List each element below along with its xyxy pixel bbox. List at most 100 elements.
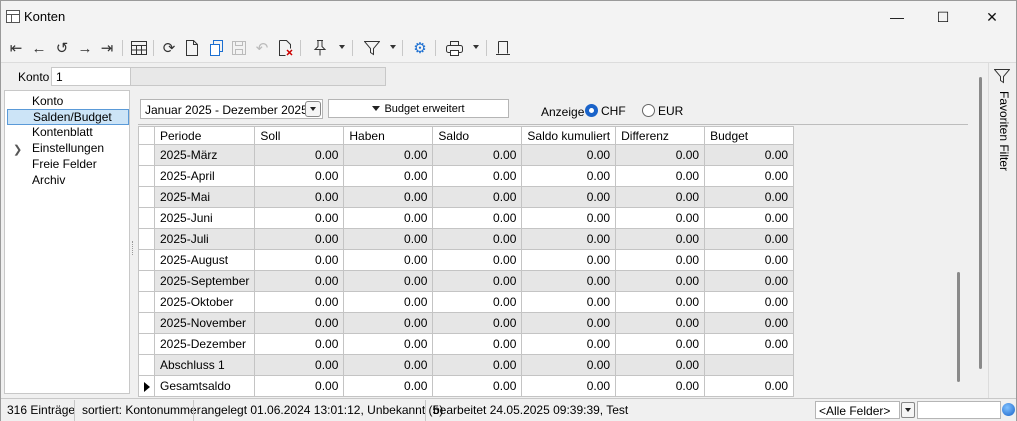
table-cell[interactable]: 0.00 (254, 375, 345, 397)
table-cell[interactable]: 0.00 (343, 165, 434, 187)
table-cell[interactable]: 0.00 (343, 144, 434, 166)
panel-splitter[interactable] (132, 241, 134, 255)
table-cell[interactable]: 0.00 (343, 249, 434, 271)
table-cell[interactable]: 0.00 (704, 186, 795, 208)
table-cell[interactable]: 2025-Dezember (153, 333, 256, 355)
previous-record-icon[interactable]: ← (29, 38, 49, 58)
refresh-icon[interactable]: ⟳ (159, 38, 179, 58)
table-row[interactable]: Gesamtsaldo 0.00 0.00 0.00 0.00 0.00 0.00 (138, 375, 795, 397)
table-cell[interactable]: 0.00 (615, 270, 706, 292)
nav-item-freie-felder[interactable]: Freie Felder (29, 157, 100, 173)
table-cell[interactable]: 0.00 (704, 165, 795, 187)
column-header-budget[interactable]: Budget (704, 126, 795, 145)
table-cell[interactable]: 0.00 (254, 165, 345, 187)
row-indicator[interactable] (138, 228, 155, 250)
print-icon[interactable] (444, 38, 464, 58)
table-cell[interactable]: 0.00 (704, 333, 795, 355)
nav-item-konto[interactable]: Konto (29, 94, 66, 110)
table-cell[interactable]: 0.00 (432, 270, 523, 292)
row-indicator[interactable] (138, 165, 155, 187)
table-row[interactable]: 2025-Dezember 0.00 0.00 0.00 0.00 0.00 0.00 (138, 333, 795, 355)
table-cell[interactable]: 0.00 (254, 354, 345, 376)
table-cell[interactable]: 0.00 (704, 207, 795, 229)
minimize-button[interactable]: — (874, 1, 920, 33)
table-cell[interactable]: 0.00 (254, 144, 345, 166)
table-cell[interactable]: 0.00 (343, 186, 434, 208)
table-cell[interactable]: 0.00 (432, 186, 523, 208)
table-cell[interactable]: 0.00 (615, 165, 706, 187)
table-cell[interactable]: 0.00 (521, 270, 617, 292)
table-cell[interactable]: 0.00 (615, 354, 706, 376)
table-cell[interactable]: 0.00 (704, 312, 795, 334)
table-cell[interactable]: 0.00 (432, 165, 523, 187)
table-row[interactable]: 2025-September 0.00 0.00 0.00 0.00 0.00 0.00 (138, 270, 795, 292)
table-cell[interactable]: 0.00 (432, 228, 523, 250)
row-indicator[interactable] (138, 207, 155, 229)
table-row[interactable]: 2025-Juni 0.00 0.00 0.00 0.00 0.00 0.00 (138, 207, 795, 229)
table-cell[interactable] (704, 354, 795, 376)
chevron-down-icon[interactable] (901, 402, 915, 418)
table-cell[interactable]: 2025-Mai (153, 186, 256, 208)
table-cell[interactable]: 0.00 (432, 207, 523, 229)
table-cell[interactable]: 0.00 (432, 333, 523, 355)
table-cell[interactable]: 0.00 (615, 144, 706, 166)
table-cell[interactable]: 0.00 (254, 270, 345, 292)
column-header-differenz[interactable]: Differenz (615, 126, 706, 145)
table-cell[interactable]: 0.00 (432, 375, 523, 397)
favorites-filter-icon[interactable] (993, 69, 1011, 88)
currency-radio-eur[interactable] (642, 104, 655, 117)
table-cell[interactable]: 0.00 (704, 228, 795, 250)
table-cell[interactable]: 0.00 (521, 312, 617, 334)
table-cell[interactable]: 0.00 (521, 291, 617, 313)
table-cell[interactable]: 0.00 (615, 375, 706, 397)
table-cell[interactable]: 0.00 (521, 165, 617, 187)
table-cell[interactable]: 2025-November (153, 312, 256, 334)
table-cell[interactable]: 0.00 (254, 333, 345, 355)
settings-icon[interactable]: ⚙ (410, 38, 430, 58)
row-indicator[interactable] (138, 186, 155, 208)
grid-scrollbar-thumb[interactable] (957, 272, 960, 382)
chevron-down-icon[interactable] (305, 101, 321, 117)
filter-dropdown-icon[interactable] (390, 45, 396, 49)
row-indicator[interactable] (138, 270, 155, 292)
period-select[interactable]: Januar 2025 - Dezember 2025 (140, 99, 323, 119)
table-cell[interactable]: 0.00 (254, 207, 345, 229)
table-cell[interactable]: 0.00 (521, 228, 617, 250)
table-row[interactable]: Abschluss 1 0.00 0.00 0.00 0.00 0.00 (138, 354, 795, 376)
table-cell[interactable]: 0.00 (521, 249, 617, 271)
column-header-periode[interactable]: Periode (153, 126, 256, 145)
currency-radio-chf[interactable] (585, 104, 598, 117)
copy-icon[interactable] (206, 38, 226, 58)
table-cell[interactable]: 0.00 (254, 249, 345, 271)
save-icon[interactable] (229, 38, 249, 58)
print-dropdown-icon[interactable] (473, 45, 479, 49)
table-cell[interactable]: 0.00 (254, 228, 345, 250)
table-cell[interactable]: 0.00 (704, 375, 795, 397)
table-row[interactable]: 2025-April 0.00 0.00 0.00 0.00 0.00 0.00 (138, 165, 795, 187)
table-cell[interactable]: 0.00 (615, 312, 706, 334)
table-cell[interactable]: 0.00 (432, 354, 523, 376)
table-cell[interactable]: 0.00 (343, 291, 434, 313)
favoriten-filter-label[interactable]: Favoriten Filter (997, 91, 1011, 171)
table-cell[interactable]: 2025-September (153, 270, 256, 292)
table-cell[interactable]: 0.00 (615, 228, 706, 250)
table-cell[interactable]: 2025-August (153, 249, 256, 271)
row-indicator[interactable] (138, 333, 155, 355)
nav-item-archiv[interactable]: Archiv (29, 173, 68, 189)
budget-erweitert-button[interactable]: Budget erweitert (328, 99, 509, 118)
last-record-icon[interactable]: ⇥ (97, 38, 117, 58)
delete-icon[interactable] (275, 38, 295, 58)
table-cell[interactable]: 0.00 (615, 186, 706, 208)
table-cell[interactable]: 0.00 (254, 312, 345, 334)
filter-icon[interactable] (362, 38, 382, 58)
table-row[interactable]: 2025-Mai 0.00 0.00 0.00 0.00 0.00 0.00 (138, 186, 795, 208)
column-header-soll[interactable]: Soll (254, 126, 345, 145)
table-cell[interactable]: 2025-Juli (153, 228, 256, 250)
row-indicator[interactable] (138, 291, 155, 313)
field-filter-select[interactable]: <Alle Felder> (815, 401, 900, 419)
table-cell[interactable]: Gesamtsaldo (153, 375, 256, 397)
table-cell[interactable]: 0.00 (432, 144, 523, 166)
table-cell[interactable]: 0.00 (343, 375, 434, 397)
maximize-button[interactable]: ☐ (920, 1, 966, 33)
table-row[interactable]: 2025-März 0.00 0.00 0.00 0.00 0.00 0.00 (138, 144, 795, 166)
